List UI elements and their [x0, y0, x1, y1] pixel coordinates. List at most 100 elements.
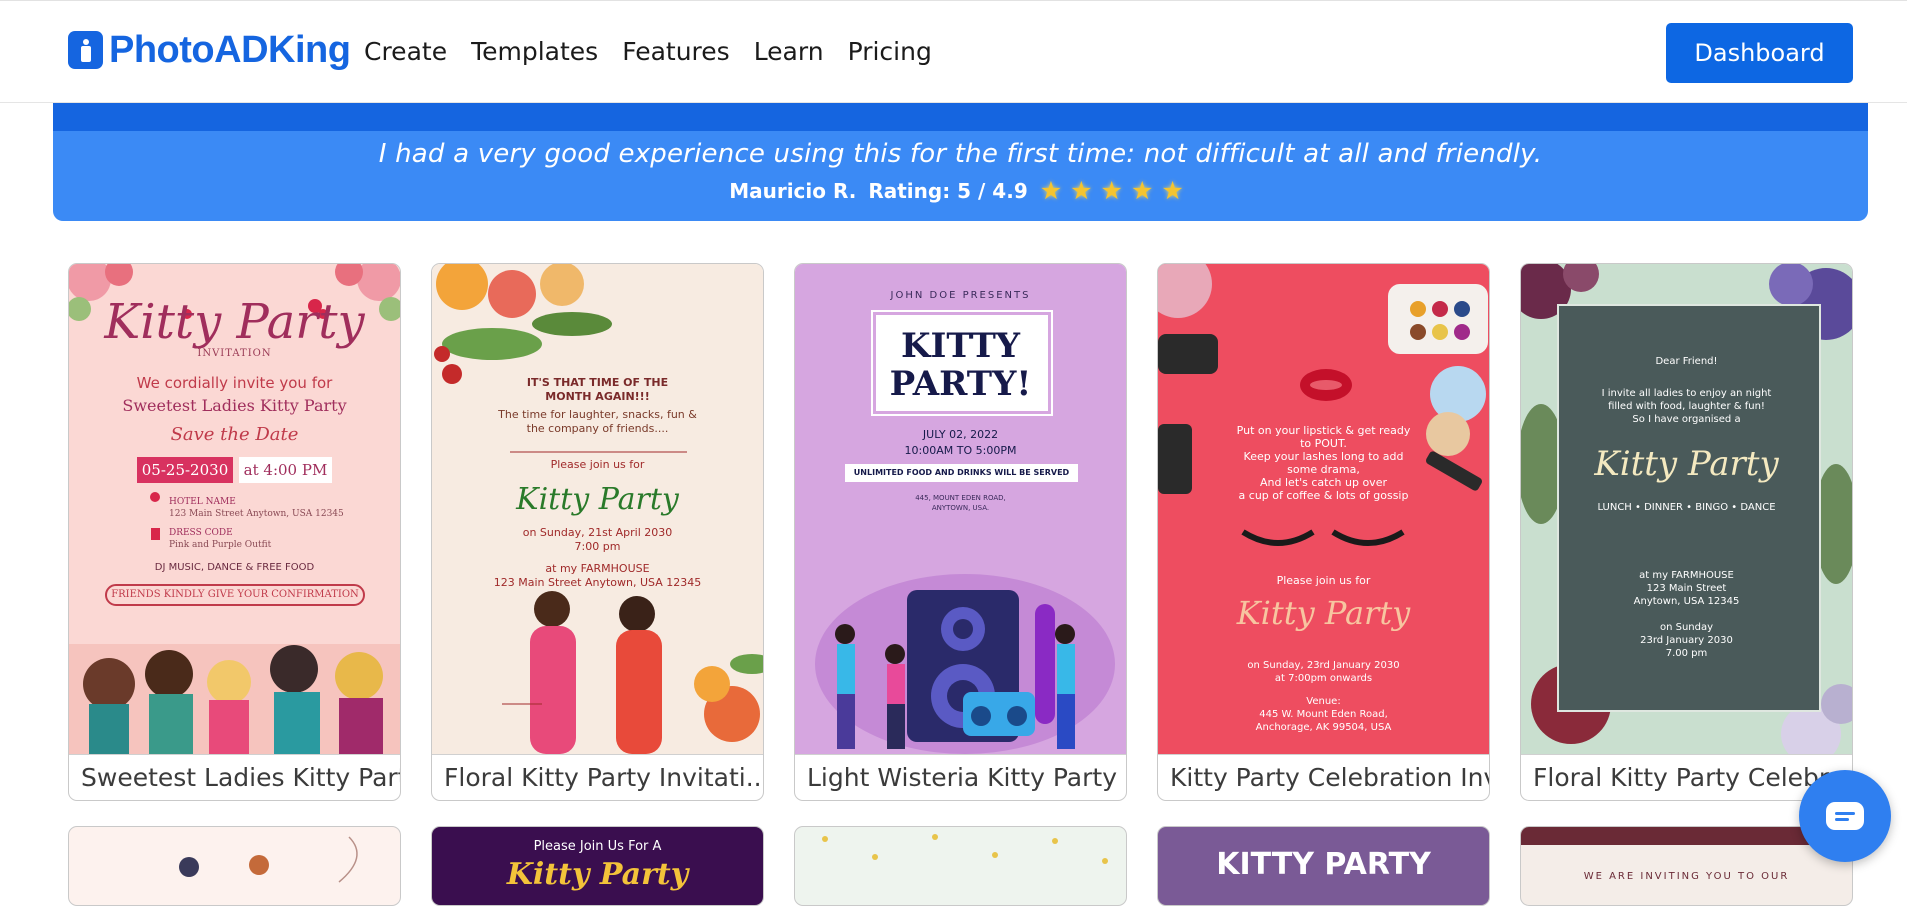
card-caption[interactable]: Sweetest Ladies Kitty Party [69, 754, 400, 800]
card-text: 445, MOUNT EDEN ROAD, [915, 494, 1006, 502]
card-text: So I have organised a [1632, 414, 1741, 425]
card-text: Anytown, USA 12345 [1633, 596, 1740, 607]
card-text: We cordially invite you for [136, 374, 333, 392]
dashboard-button[interactable]: Dashboard [1666, 23, 1853, 83]
banner-top-strip [53, 103, 1868, 131]
card-subtitle: INVITATION [197, 348, 272, 359]
template-thumbnail[interactable]: Dear Friend! I invite all ladies to enjo… [1521, 264, 1852, 754]
card-title-text: Kitty Party [506, 857, 689, 892]
card-text: DRESS CODE [169, 528, 233, 538]
card-caption[interactable]: Floral Kitty Party Celebra [1521, 754, 1852, 800]
template-card[interactable]: Dear Friend! I invite all ladies to enjo… [1520, 263, 1853, 801]
card-caption[interactable]: Kitty Party Celebration Inv [1158, 754, 1489, 800]
card-text: 123 Main Street Anytown, USA 12345 [169, 509, 344, 519]
card-text: on Sunday, 23rd January 2030 [1247, 660, 1400, 671]
card-text: JULY 02, 2022 [922, 428, 999, 441]
card-title-text: Kitty Party [1594, 444, 1779, 484]
nav-learn[interactable]: Learn [754, 37, 824, 66]
card-title-text: KITTY [900, 326, 1021, 366]
chat-button[interactable] [1799, 770, 1891, 862]
card-text: DJ MUSIC, DANCE & FREE FOOD [154, 562, 315, 573]
card-text: 123 Main Street [1646, 583, 1727, 594]
card-text: Venue: [1306, 696, 1341, 707]
card-text: 7.00 pm [1665, 648, 1708, 659]
card-text: to POUT. [1300, 437, 1347, 450]
nav-templates[interactable]: Templates [471, 37, 598, 66]
card-text: MONTH AGAIN!!! [545, 390, 650, 403]
template-card[interactable]: JOHN DOE PRESENTS KITTY PARTY! JULY 02, … [794, 263, 1127, 801]
template-card[interactable] [68, 826, 401, 906]
card-caption[interactable]: Floral Kitty Party Invitati... [432, 754, 763, 800]
nav-features[interactable]: Features [622, 37, 730, 66]
logo[interactable]: PhotoADKing [68, 29, 351, 71]
template-card[interactable]: Put on your lipstick & get ready to POUT… [1157, 263, 1490, 801]
nav-create[interactable]: Create [364, 37, 447, 66]
logo-text: PhotoADKing [109, 29, 351, 71]
card-text: Keep your lashes long to add [1243, 450, 1404, 463]
card-text: And let's catch up over [1260, 476, 1387, 489]
card-text: 10:00AM TO 5:00PM [904, 444, 1017, 457]
star-icons: ★★★★★ [1039, 176, 1192, 205]
template-card[interactable]: Kitty Party INVITATION We cordially invi… [68, 263, 401, 801]
card-text: LUNCH • DINNER • BINGO • DANCE [1597, 502, 1776, 513]
rating-row: Mauricio R. Rating: 5 / 4.9 ★★★★★ [53, 176, 1868, 205]
card-text: Please join us for [550, 458, 645, 471]
card-text: Please Join Us For A [533, 839, 662, 854]
card-text: at my FARMHOUSE [545, 562, 650, 575]
card-text: Sweetest Ladies Kitty Party [122, 396, 347, 415]
main-nav: Create Templates Features Learn Pricing [364, 37, 932, 66]
testimonial-quote: I had a very good experience using this … [378, 139, 1543, 169]
card-text: at 7:00pm onwards [1274, 673, 1373, 684]
card-text: Dear Friend! [1655, 356, 1718, 367]
card-illustration [179, 836, 358, 883]
card-text: the company of friends.... [526, 422, 669, 435]
card-text: a cup of coffee & lots of gossip [1238, 489, 1409, 502]
card-text: JOHN DOE PRESENTS [890, 290, 1031, 301]
card-text: IT'S THAT TIME OF THE [526, 376, 669, 389]
template-card[interactable] [794, 826, 1127, 906]
card-text: Save the Date [170, 424, 299, 445]
site-header: PhotoADKing Create Templates Features Le… [0, 0, 1907, 103]
card-text: filled with food, laughter & fun! [1608, 401, 1765, 412]
template-card[interactable]: KITTY PARTY [1157, 826, 1490, 906]
card-text: on Sunday [1659, 622, 1714, 633]
card-title-text: KITTY PARTY [1216, 847, 1431, 882]
template-card[interactable]: Please Join Us For A Kitty Party [431, 826, 764, 906]
card-date: 05-25-2030 [137, 457, 233, 483]
card-title-text: Kitty Party [104, 294, 365, 350]
card-caption[interactable]: Light Wisteria Kitty Party I [795, 754, 1126, 800]
card-text: on Sunday, 21st April 2030 [522, 526, 673, 539]
card-text: The time for laughter, snacks, fun & [498, 408, 697, 421]
card-title-text: Kitty Party [1236, 594, 1411, 632]
card-bar-text: UNLIMITED FOOD AND DRINKS WILL BE SERVED [845, 464, 1078, 482]
card-title-text: PARTY! [889, 364, 1032, 404]
card-text: Pink and Purple Outfit [169, 540, 272, 550]
card-text: 7:00 pm [574, 540, 621, 553]
template-thumbnail[interactable]: Put on your lipstick & get ready to POUT… [1158, 264, 1489, 754]
template-thumbnail[interactable]: Kitty Party INVITATION We cordially invi… [69, 264, 400, 754]
card-time: at 4:00 PM [239, 457, 332, 483]
card-pill: FRIENDS KINDLY GIVE YOUR CONFIRMATION [105, 584, 365, 606]
card-text: WE ARE INVITING YOU TO OUR [1583, 871, 1790, 882]
card-text: 123 Main Street Anytown, USA 12345 [493, 576, 702, 589]
template-thumbnail[interactable]: JOHN DOE PRESENTS KITTY PARTY! JULY 02, … [795, 264, 1126, 754]
template-thumbnail[interactable]: IT'S THAT TIME OF THE MONTH AGAIN!!! The… [432, 264, 763, 754]
card-text: at my FARMHOUSE [1639, 570, 1734, 581]
card-text: I invite all ladies to enjoy an night [1601, 388, 1772, 399]
template-card[interactable]: IT'S THAT TIME OF THE MONTH AGAIN!!! The… [431, 263, 764, 801]
testimonial-author: Mauricio R. [729, 178, 857, 203]
card-text: Put on your lipstick & get ready [1236, 424, 1411, 437]
card-text: 23rd January 2030 [1640, 635, 1733, 646]
card-text: Anchorage, AK 99504, USA [1255, 722, 1392, 733]
card-text: 445 W. Mount Eden Road, [1259, 709, 1388, 720]
template-card[interactable]: WE ARE INVITING YOU TO OUR [1520, 826, 1853, 906]
card-text: Please join us for [1276, 574, 1371, 587]
nav-pricing[interactable]: Pricing [848, 37, 932, 66]
card-text: HOTEL NAME [169, 497, 236, 507]
card-text: some drama, [1287, 463, 1360, 476]
chat-icon [1826, 802, 1864, 830]
card-title-text: Kitty Party [516, 482, 679, 517]
testimonial-banner: I had a very good experience using this … [53, 131, 1868, 221]
logo-icon [68, 31, 103, 69]
card-text: ANYTOWN, USA. [931, 504, 990, 512]
